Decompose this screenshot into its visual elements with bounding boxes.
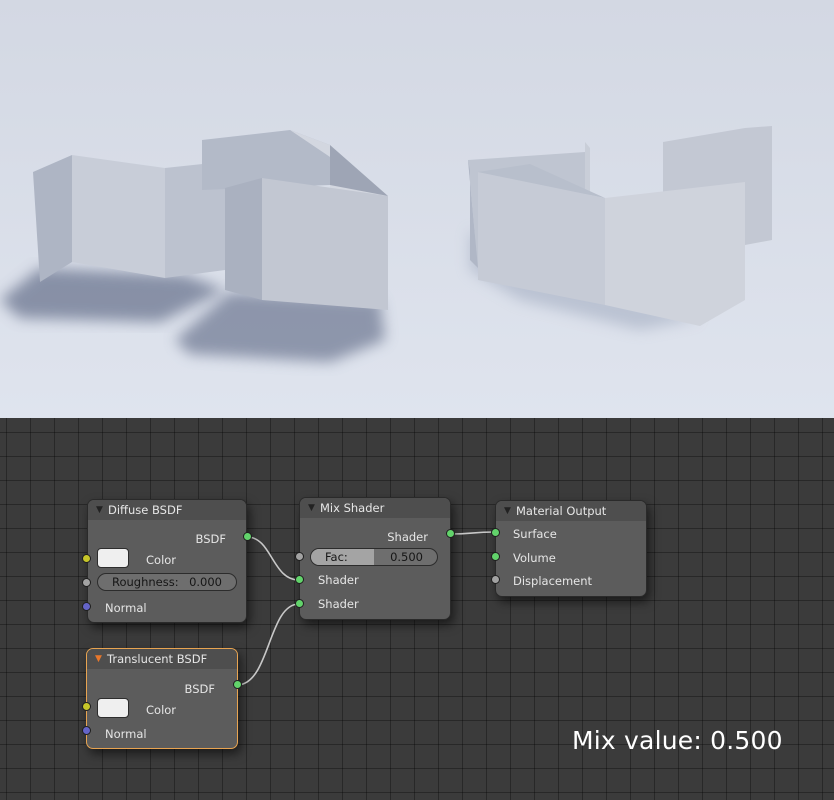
triangle-down-icon[interactable]: ▼ — [308, 498, 320, 518]
output-shader-label: Shader — [387, 530, 428, 544]
output-bsdf-label: BSDF — [184, 682, 215, 696]
triangle-down-icon[interactable]: ▼ — [504, 501, 516, 521]
mix-shader-output-socket[interactable] — [446, 529, 455, 538]
color-swatch[interactable] — [97, 548, 129, 568]
material-volume-input-socket[interactable] — [491, 552, 500, 561]
input-shader-2-label: Shader — [318, 597, 359, 611]
triangle-down-icon[interactable]: ▼ — [95, 649, 107, 669]
mix-shader-input-2-socket[interactable] — [295, 599, 304, 608]
mix-value-caption: Mix value: 0.500 — [572, 726, 783, 755]
material-surface-input-socket[interactable] — [491, 528, 500, 537]
mix-fac-input-socket[interactable] — [295, 552, 304, 561]
output-bsdf-label: BSDF — [195, 532, 226, 546]
roughness-value: 0.000 — [189, 575, 222, 589]
node-translucent-bsdf[interactable]: ▼ Translucent BSDF BSDF Color Normal — [86, 648, 238, 749]
fac-value: 0.500 — [390, 550, 423, 564]
diffuse-normal-input-socket[interactable] — [82, 602, 91, 611]
fac-slider[interactable]: Fac: 0.500 — [310, 548, 438, 566]
material-displacement-input-socket[interactable] — [491, 575, 500, 584]
input-shader-1-label: Shader — [318, 573, 359, 587]
node-header[interactable]: ▼ Mix Shader — [300, 498, 450, 518]
render-viewport — [0, 0, 834, 418]
render-scene — [0, 0, 834, 418]
normal-label: Normal — [105, 601, 147, 615]
displacement-label: Displacement — [513, 574, 593, 588]
node-editor[interactable]: ▼ Diffuse BSDF BSDF Color Roughness: 0.00… — [0, 418, 834, 800]
translucent-color-input-socket[interactable] — [82, 702, 91, 711]
link-mix-to-material-surface — [449, 531, 496, 535]
mix-shader-input-1-socket[interactable] — [295, 575, 304, 584]
link-diffuse-to-mix-shader-1 — [246, 536, 300, 581]
normal-label: Normal — [105, 727, 147, 741]
translucent-bsdf-output-socket[interactable] — [233, 680, 242, 689]
roughness-slider[interactable]: Roughness: 0.000 — [97, 573, 237, 591]
node-header[interactable]: ▼ Material Output — [496, 501, 646, 521]
node-material-output[interactable]: ▼ Material Output Surface Volume Displace… — [495, 500, 647, 597]
translucent-normal-input-socket[interactable] — [82, 726, 91, 735]
diffuse-roughness-input-socket[interactable] — [82, 578, 91, 587]
volume-label: Volume — [513, 551, 556, 565]
diffuse-bsdf-output-socket[interactable] — [243, 532, 252, 541]
color-swatch[interactable] — [97, 698, 129, 718]
color-label: Color — [146, 553, 177, 567]
node-header[interactable]: ▼ Translucent BSDF — [87, 649, 237, 669]
roughness-label: Roughness: — [112, 575, 179, 589]
node-mix-shader[interactable]: ▼ Mix Shader Shader Fac: 0.500 Shader Sha… — [299, 497, 451, 620]
surface-label: Surface — [513, 527, 557, 541]
diffuse-color-input-socket[interactable] — [82, 554, 91, 563]
color-label: Color — [146, 703, 177, 717]
node-header[interactable]: ▼ Diffuse BSDF — [88, 500, 246, 520]
triangle-down-icon[interactable]: ▼ — [96, 500, 108, 520]
fac-label: Fac: — [325, 550, 348, 564]
node-diffuse-bsdf[interactable]: ▼ Diffuse BSDF BSDF Color Roughness: 0.00… — [87, 499, 247, 623]
